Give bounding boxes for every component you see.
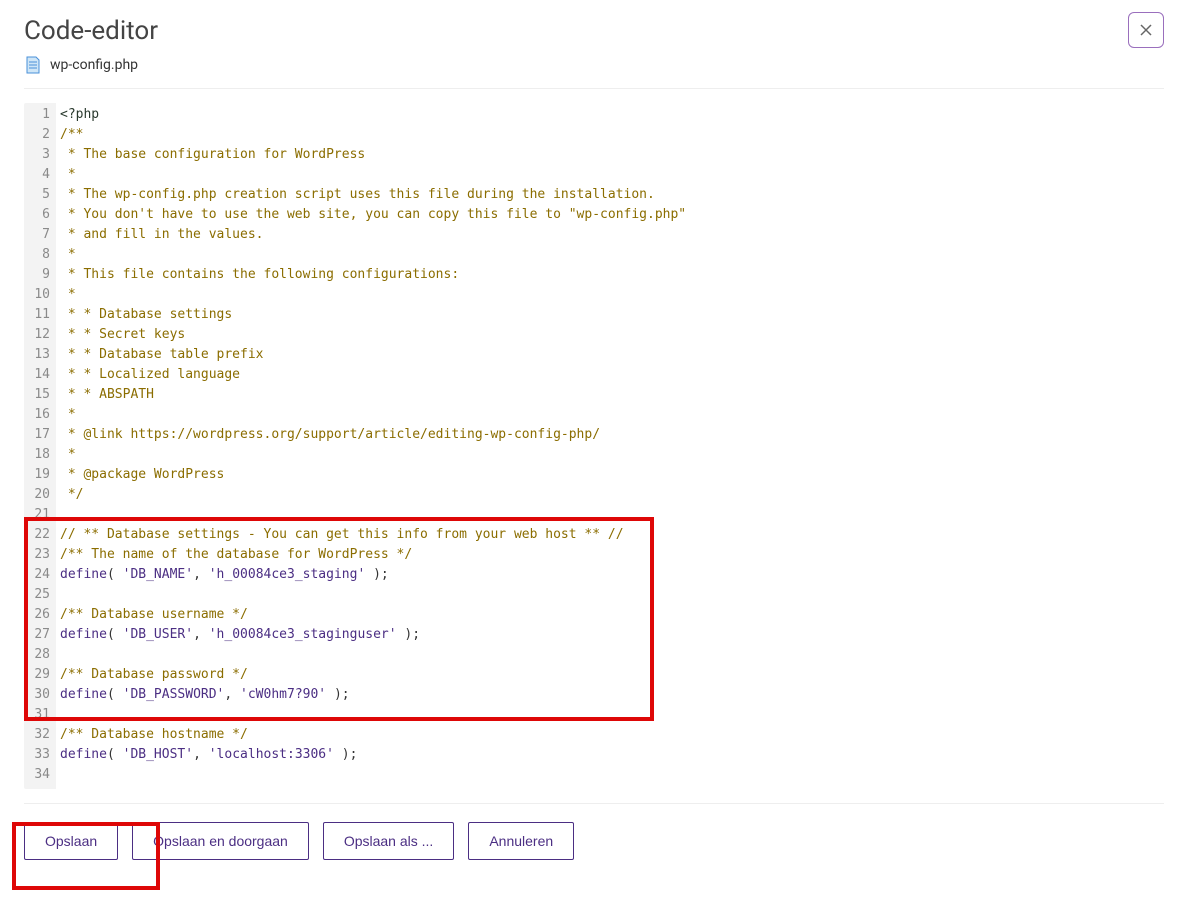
footer-actions: Opslaan Opslaan en doorgaan Opslaan als … bbox=[24, 822, 1164, 860]
code-line[interactable]: define( 'DB_PASSWORD', 'cW0hm7?90' ); bbox=[60, 685, 1160, 705]
line-number: 13 bbox=[26, 345, 50, 365]
line-number: 28 bbox=[26, 645, 50, 665]
code-line[interactable]: define( 'DB_HOST', 'localhost:3306' ); bbox=[60, 745, 1160, 765]
close-icon bbox=[1139, 23, 1153, 37]
code-line[interactable]: * bbox=[60, 285, 1160, 305]
code-line[interactable] bbox=[60, 585, 1160, 605]
code-content[interactable]: <?php/** * The base configuration for Wo… bbox=[56, 103, 1164, 789]
code-line[interactable]: */ bbox=[60, 485, 1160, 505]
code-line[interactable]: * bbox=[60, 405, 1160, 425]
filename-label: wp-config.php bbox=[50, 57, 138, 73]
code-line[interactable]: * @package WordPress bbox=[60, 465, 1160, 485]
line-number: 14 bbox=[26, 365, 50, 385]
code-line[interactable]: define( 'DB_USER', 'h_00084ce3_stagingus… bbox=[60, 625, 1160, 645]
line-number: 16 bbox=[26, 405, 50, 425]
line-number: 6 bbox=[26, 205, 50, 225]
line-number: 19 bbox=[26, 465, 50, 485]
code-line[interactable]: * * Localized language bbox=[60, 365, 1160, 385]
cancel-button[interactable]: Annuleren bbox=[468, 822, 574, 860]
code-line[interactable]: * and fill in the values. bbox=[60, 225, 1160, 245]
line-number: 18 bbox=[26, 445, 50, 465]
file-row: wp-config.php bbox=[24, 56, 158, 74]
line-number: 7 bbox=[26, 225, 50, 245]
line-number: 30 bbox=[26, 685, 50, 705]
line-number: 29 bbox=[26, 665, 50, 685]
code-line[interactable]: * bbox=[60, 245, 1160, 265]
code-line[interactable]: /** Database password */ bbox=[60, 665, 1160, 685]
divider bbox=[24, 88, 1164, 89]
line-number: 1 bbox=[26, 105, 50, 125]
save-and-continue-button[interactable]: Opslaan en doorgaan bbox=[132, 822, 309, 860]
line-number: 32 bbox=[26, 725, 50, 745]
line-number: 20 bbox=[26, 485, 50, 505]
code-line[interactable] bbox=[60, 765, 1160, 785]
code-line[interactable]: /** Database hostname */ bbox=[60, 725, 1160, 745]
footer-divider bbox=[24, 803, 1164, 804]
line-number: 11 bbox=[26, 305, 50, 325]
page-title: Code-editor bbox=[24, 16, 158, 46]
code-line[interactable]: /** Database username */ bbox=[60, 605, 1160, 625]
code-line[interactable]: * * Database settings bbox=[60, 305, 1160, 325]
line-number: 26 bbox=[26, 605, 50, 625]
code-line[interactable]: * @link https://wordpress.org/support/ar… bbox=[60, 425, 1160, 445]
save-as-button[interactable]: Opslaan als ... bbox=[323, 822, 455, 860]
code-line[interactable]: define( 'DB_NAME', 'h_00084ce3_staging' … bbox=[60, 565, 1160, 585]
code-line[interactable]: * * Secret keys bbox=[60, 325, 1160, 345]
code-line[interactable]: * * ABSPATH bbox=[60, 385, 1160, 405]
line-number: 21 bbox=[26, 505, 50, 525]
line-number: 17 bbox=[26, 425, 50, 445]
line-number: 4 bbox=[26, 165, 50, 185]
code-editor[interactable]: 1234567891011121314151617181920212223242… bbox=[24, 103, 1164, 789]
save-button[interactable]: Opslaan bbox=[24, 822, 118, 860]
line-number: 3 bbox=[26, 145, 50, 165]
code-line[interactable]: // ** Database settings - You can get th… bbox=[60, 525, 1160, 545]
code-line[interactable]: * This file contains the following confi… bbox=[60, 265, 1160, 285]
line-number: 10 bbox=[26, 285, 50, 305]
code-line[interactable]: * The wp-config.php creation script uses… bbox=[60, 185, 1160, 205]
line-number: 15 bbox=[26, 385, 50, 405]
line-number: 33 bbox=[26, 745, 50, 765]
code-line[interactable]: * The base configuration for WordPress bbox=[60, 145, 1160, 165]
file-icon bbox=[24, 56, 42, 74]
line-number: 34 bbox=[26, 765, 50, 785]
line-number: 24 bbox=[26, 565, 50, 585]
code-line[interactable] bbox=[60, 645, 1160, 665]
line-number: 8 bbox=[26, 245, 50, 265]
code-line[interactable]: /** The name of the database for WordPre… bbox=[60, 545, 1160, 565]
line-number: 23 bbox=[26, 545, 50, 565]
close-button[interactable] bbox=[1128, 12, 1164, 48]
line-number: 9 bbox=[26, 265, 50, 285]
line-number: 5 bbox=[26, 185, 50, 205]
code-line[interactable]: * You don't have to use the web site, yo… bbox=[60, 205, 1160, 225]
line-number: 22 bbox=[26, 525, 50, 545]
code-line[interactable] bbox=[60, 505, 1160, 525]
line-number-gutter: 1234567891011121314151617181920212223242… bbox=[24, 103, 56, 789]
code-line[interactable]: * * Database table prefix bbox=[60, 345, 1160, 365]
line-number: 31 bbox=[26, 705, 50, 725]
code-line[interactable]: * bbox=[60, 445, 1160, 465]
line-number: 25 bbox=[26, 585, 50, 605]
line-number: 12 bbox=[26, 325, 50, 345]
code-line[interactable] bbox=[60, 705, 1160, 725]
code-line[interactable]: /** bbox=[60, 125, 1160, 145]
code-line[interactable]: * bbox=[60, 165, 1160, 185]
line-number: 27 bbox=[26, 625, 50, 645]
code-line[interactable]: <?php bbox=[60, 105, 1160, 125]
line-number: 2 bbox=[26, 125, 50, 145]
